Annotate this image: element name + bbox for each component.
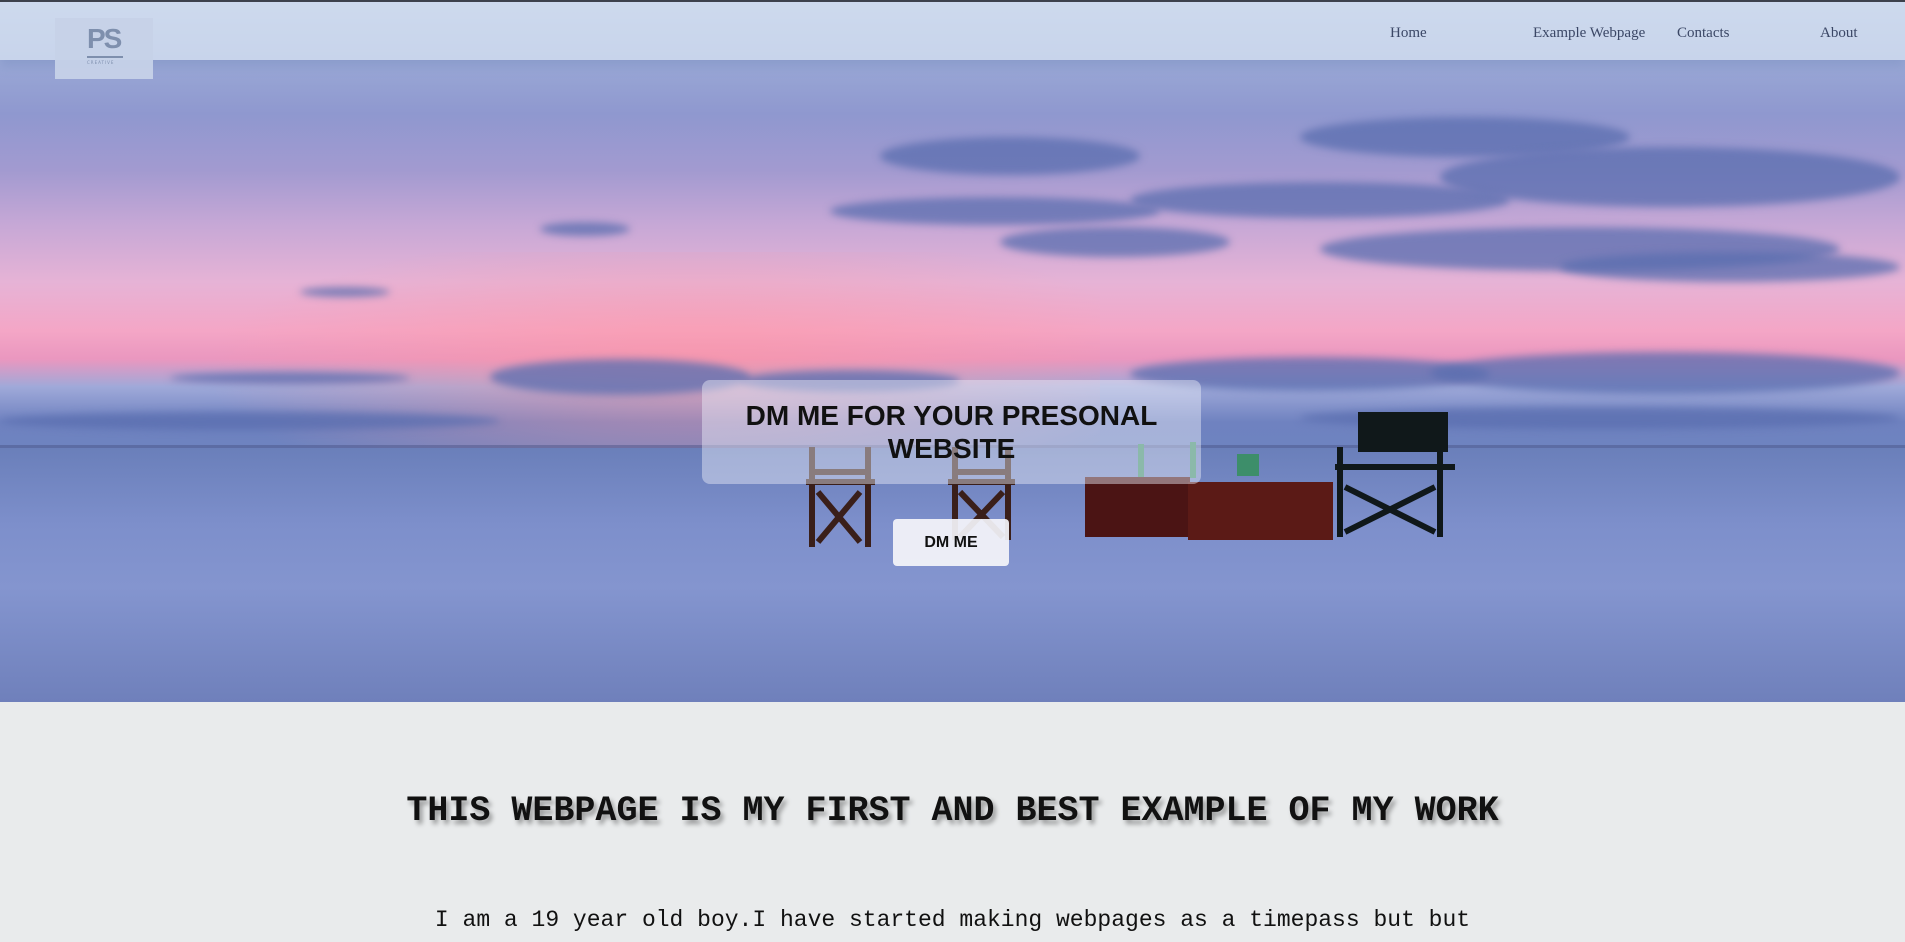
- hero-title: DM ME FOR YOUR PRESONAL WEBSITE: [745, 400, 1158, 464]
- nav-link-contacts[interactable]: Contacts: [1677, 25, 1730, 42]
- nav-link-about[interactable]: About: [1820, 25, 1858, 42]
- top-navbar: Home Example Webpage Contacts About: [0, 2, 1905, 60]
- chairs-and-table-scene: [806, 412, 1455, 547]
- nav-link-home[interactable]: Home: [1390, 25, 1427, 42]
- logo-subtext: CREATIVE: [87, 60, 115, 65]
- dm-me-button[interactable]: DM ME: [893, 519, 1009, 566]
- site-logo[interactable]: PS CREATIVE: [55, 18, 153, 79]
- hero-section: [0, 2, 1905, 702]
- logo-letters: PS: [87, 23, 122, 54]
- content-paragraph: I am a 19 year old boy.I have started ma…: [434, 907, 1471, 933]
- hero-cta-box: DM ME FOR YOUR PRESONAL WEBSITE: [702, 380, 1201, 484]
- content-heading: THIS WEBPAGE IS MY FIRST AND BEST EXAMPL…: [406, 791, 1499, 831]
- nav-link-example-webpage[interactable]: Example Webpage: [1533, 25, 1645, 42]
- logo-underline: [87, 56, 123, 58]
